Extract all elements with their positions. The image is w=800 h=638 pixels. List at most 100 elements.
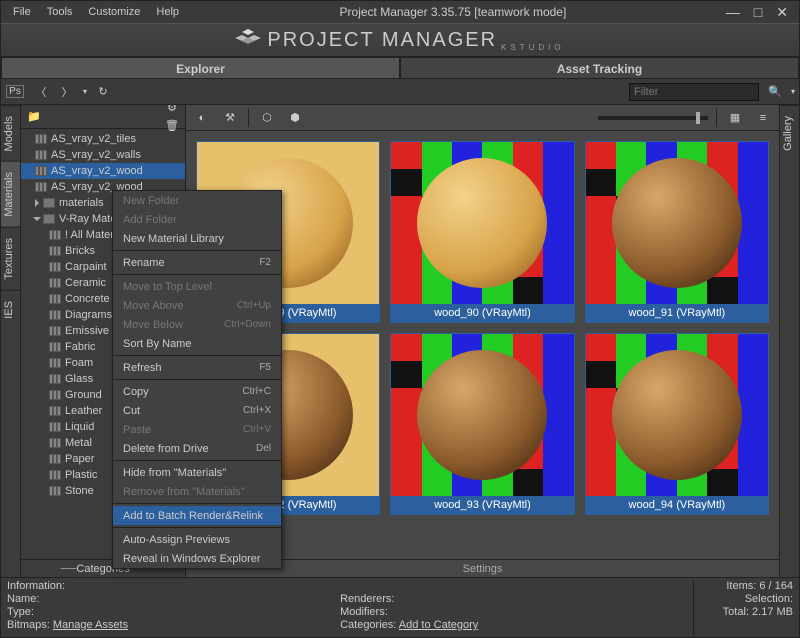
tool3-icon[interactable]: ⬢: [285, 108, 305, 128]
side-tab-ies[interactable]: IES: [1, 290, 20, 329]
tree-item-label: Plastic: [65, 469, 97, 481]
tool2-icon[interactable]: ⬡: [257, 108, 277, 128]
material-icon: [35, 150, 47, 160]
nav-forward-icon[interactable]: 〉: [57, 82, 77, 102]
material-icon: [49, 294, 61, 304]
side-tab-gallery[interactable]: Gallery: [780, 105, 799, 161]
tree-item-label: Leather: [65, 405, 102, 417]
material-icon: [49, 358, 61, 368]
logo-text: PROJECT MANAGER: [267, 29, 497, 52]
minimize-button[interactable]: —: [719, 4, 747, 20]
ctx-copy[interactable]: CopyCtrl+C: [113, 382, 281, 401]
tree-item-label: Carpaint: [65, 261, 107, 273]
folder-icon[interactable]: 📁: [25, 108, 43, 126]
logo-icon: [235, 29, 261, 51]
ctx-rename[interactable]: RenameF2: [113, 253, 281, 272]
thumbnail[interactable]: wood_91 (VRayMtl): [585, 141, 769, 323]
thumbnail[interactable]: wood_90 (VRayMtl): [390, 141, 574, 323]
ctx-hide-from-materials-[interactable]: Hide from "Materials": [113, 463, 281, 482]
filter-input[interactable]: [629, 83, 759, 101]
material-icon: [49, 406, 61, 416]
menu-tools[interactable]: Tools: [39, 4, 81, 20]
gear-icon[interactable]: ⚙: [163, 105, 181, 117]
tree-item-label: Metal: [65, 437, 92, 449]
ctx-refresh[interactable]: RefreshF5: [113, 358, 281, 377]
thumbnail[interactable]: wood_94 (VRayMtl): [585, 333, 769, 515]
window-title: Project Manager 3.35.75 [teamwork mode]: [187, 5, 719, 19]
material-icon: [49, 390, 61, 400]
menu-customize[interactable]: Customize: [80, 4, 148, 20]
tab-asset-tracking[interactable]: Asset Tracking: [400, 57, 799, 79]
thumbnail-caption: wood_91 (VRayMtl): [586, 304, 768, 322]
refresh-icon[interactable]: ↻: [93, 82, 113, 102]
material-icon: [49, 262, 61, 272]
side-tab-materials[interactable]: Materials: [1, 161, 20, 227]
view-list-icon[interactable]: ≡: [753, 108, 773, 128]
info-header: Information:: [7, 580, 128, 592]
material-icon: [49, 278, 61, 288]
ctx-delete-from-drive[interactable]: Delete from DriveDel: [113, 439, 281, 458]
search-icon[interactable]: 🔍: [765, 82, 785, 102]
side-tabs-left: ModelsMaterialsTexturesIES: [1, 105, 21, 577]
ctx-cut[interactable]: CutCtrl+X: [113, 401, 281, 420]
tree-item-label: AS_vray_v2_wood: [51, 165, 143, 177]
tree-item-label: Fabric: [65, 341, 96, 353]
manage-assets-link[interactable]: Manage Assets: [53, 619, 128, 631]
ctx-move-above: Move AboveCtrl+Up: [113, 296, 281, 315]
material-icon: [49, 422, 61, 432]
close-button[interactable]: ✕: [769, 4, 795, 21]
tree-item[interactable]: AS_vray_v2_tiles: [21, 131, 185, 147]
expander-icon[interactable]: [33, 217, 41, 221]
ctx-auto-assign-previews[interactable]: Auto-Assign Previews: [113, 530, 281, 549]
sphere-preview-icon[interactable]: ◐: [192, 108, 212, 128]
main-tabs: Explorer Asset Tracking: [1, 57, 799, 79]
folder-icon: [43, 214, 55, 224]
thumbnail[interactable]: wood_93 (VRayMtl): [390, 333, 574, 515]
tree-item-label: Glass: [65, 373, 93, 385]
tree-item-label: Foam: [65, 357, 93, 369]
view-grid-icon[interactable]: ▦: [725, 108, 745, 128]
ctx-reveal-in-windows-explorer[interactable]: Reveal in Windows Explorer: [113, 549, 281, 568]
material-icon: [35, 166, 47, 176]
info-panel: Information: Name: Type: Bitmaps: Manage…: [1, 577, 799, 637]
expander-icon[interactable]: [35, 199, 39, 207]
tab-explorer[interactable]: Explorer: [1, 57, 400, 79]
tool-icon[interactable]: ⚒: [220, 108, 240, 128]
menu-help[interactable]: Help: [148, 4, 187, 20]
menu-file[interactable]: File: [5, 4, 39, 20]
ctx-move-to-top-level: Move to Top Level: [113, 277, 281, 296]
chevron-down-icon[interactable]: ▾: [791, 87, 795, 96]
side-tab-models[interactable]: Models: [1, 105, 20, 161]
side-tab-textures[interactable]: Textures: [1, 227, 20, 290]
folder-icon: [43, 198, 55, 208]
tree-item[interactable]: AS_vray_v2_wood: [21, 163, 185, 179]
thumbnail-caption: wood_94 (VRayMtl): [586, 496, 768, 514]
ctx-remove-from-materials-: Remove from "Materials": [113, 482, 281, 501]
ctx-paste: PasteCtrl+V: [113, 420, 281, 439]
nav-back-icon[interactable]: 〈: [31, 82, 51, 102]
add-to-category-link[interactable]: Add to Category: [399, 619, 479, 631]
ctx-move-below: Move BelowCtrl+Down: [113, 315, 281, 334]
thumb-size-slider[interactable]: [598, 116, 708, 120]
logo-bar: PROJECT MANAGER KSTUDIO: [1, 23, 799, 57]
thumbnail-caption: wood_93 (VRayMtl): [391, 496, 573, 514]
material-icon: [49, 310, 61, 320]
tree-item-label: Bricks: [65, 245, 95, 257]
chevron-down-icon[interactable]: ▾: [83, 87, 87, 96]
ctx-add-to-batch-render-relink[interactable]: Add to Batch Render&Relink: [113, 506, 281, 525]
material-icon: [49, 438, 61, 448]
context-menu[interactable]: New FolderAdd FolderNew Material Library…: [112, 190, 282, 569]
material-icon: [35, 134, 47, 144]
tree-item-label: Concrete: [65, 293, 110, 305]
ps-icon[interactable]: Ps: [5, 82, 25, 102]
tree-item-label: materials: [59, 197, 104, 209]
tree-item-label: AS_vray_v2_walls: [51, 149, 141, 161]
tree-item-label: Paper: [65, 453, 94, 465]
titlebar: FileToolsCustomizeHelp Project Manager 3…: [1, 1, 799, 23]
maximize-button[interactable]: □: [747, 4, 769, 20]
ctx-add-folder: Add Folder: [113, 210, 281, 229]
tree-item[interactable]: AS_vray_v2_walls: [21, 147, 185, 163]
ctx-sort-by-name[interactable]: Sort By Name: [113, 334, 281, 353]
tree-item-label: Emissive: [65, 325, 109, 337]
ctx-new-material-library[interactable]: New Material Library: [113, 229, 281, 248]
